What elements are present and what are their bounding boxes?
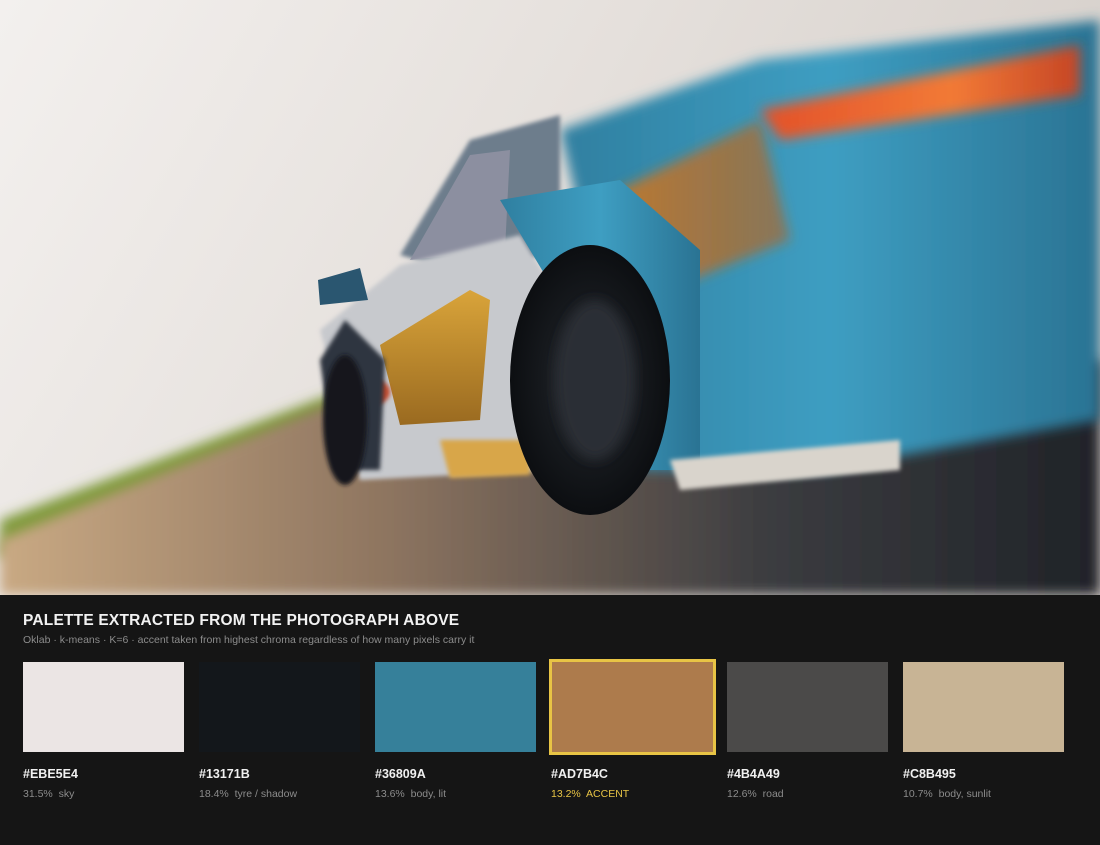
swatch-label: tyre / shadow [234,788,298,800]
palette-panel: PALETTE EXTRACTED FROM THE PHOTOGRAPH AB… [0,595,1100,845]
swatch-card-sky[interactable]: #EBE5E4 31.5% sky [23,662,184,812]
swatch-label: body, lit [410,788,447,800]
swatch-share: 10.7% [903,788,933,800]
swatch-card-accent[interactable]: #AD7B4C 13.2% ACCENT [549,659,716,812]
swatch-label: body, sunlit [938,788,991,800]
color-swatch[interactable] [903,662,1064,752]
car-photo-illustration [0,0,1100,595]
swatch-share: 18.4% [199,788,229,800]
swatch-share: 13.6% [375,788,405,800]
swatch-meta: 31.5% sky [23,788,74,800]
color-swatch-accent[interactable] [549,659,716,755]
swatch-meta: 13.6% body, lit [375,788,446,800]
swatch-meta: 10.7% body, sunlit [903,788,991,800]
swatch-share: 12.6% [727,788,757,800]
swatch-card-body-lit[interactable]: #36809A 13.6% body, lit [375,662,536,812]
swatch-hex: #4B4A49 [727,767,780,781]
swatch-label: sky [58,788,75,800]
swatch-hex: #C8B495 [903,767,956,781]
color-swatch[interactable] [375,662,536,752]
swatch-meta: 13.2% ACCENT [551,788,629,800]
palette-title: PALETTE EXTRACTED FROM THE PHOTOGRAPH AB… [23,612,460,629]
swatch-hex: #13171B [199,767,250,781]
swatch-share: 31.5% [23,788,53,800]
swatch-label: road [762,788,784,800]
swatch-meta: 18.4% tyre / shadow [199,788,297,800]
swatch-hex: #EBE5E4 [23,767,78,781]
swatch-hex: #AD7B4C [551,767,608,781]
swatch-card-road[interactable]: #4B4A49 12.6% road [727,662,888,812]
swatch-share: 13.2% [551,788,581,800]
swatch-hex: #36809A [375,767,426,781]
palette-subtitle: Oklab · k-means · K=6 · accent taken fro… [23,634,475,646]
color-swatch[interactable] [23,662,184,752]
swatch-card-body-sunlit[interactable]: #C8B495 10.7% body, sunlit [903,662,1064,812]
swatch-card-tyre-shadow[interactable]: #13171B 18.4% tyre / shadow [199,662,360,812]
swatch-label: ACCENT [586,788,630,800]
color-swatch[interactable] [199,662,360,752]
swatch-meta: 12.6% road [727,788,784,800]
car-photograph [0,0,1100,595]
color-swatch[interactable] [727,662,888,752]
